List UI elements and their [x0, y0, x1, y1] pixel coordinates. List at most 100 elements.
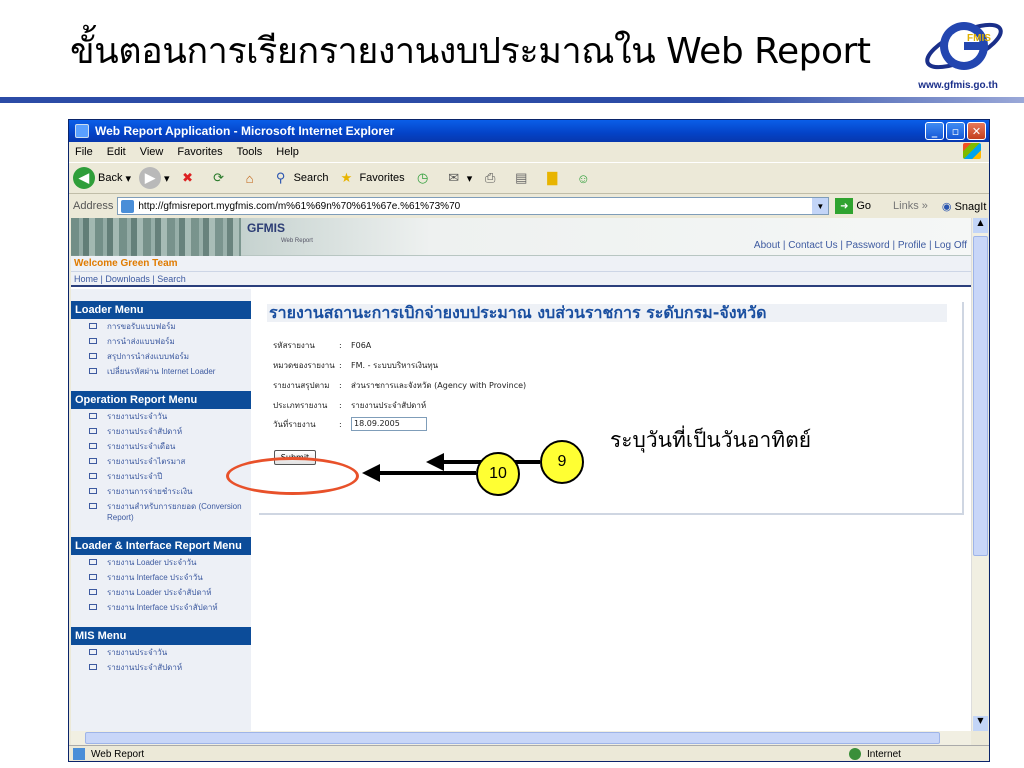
- bullet-icon: [89, 664, 97, 670]
- stop-button[interactable]: ✖: [178, 168, 201, 188]
- edit-button[interactable]: ▤: [511, 168, 534, 188]
- scroll-thumb[interactable]: [973, 236, 988, 556]
- maximize-button[interactable]: ▫: [946, 122, 965, 140]
- star-icon: ★: [340, 170, 353, 185]
- search-icon: ⚲: [275, 170, 286, 185]
- svg-text:FMIS: FMIS: [967, 33, 991, 44]
- menu-item[interactable]: รายงานประจำสัปดาห์: [71, 424, 251, 439]
- status-page-icon: [73, 748, 85, 760]
- menu-tools[interactable]: Tools: [237, 146, 263, 158]
- welcome-text: Welcome Green Team: [71, 256, 971, 271]
- scroll-thumb[interactable]: [85, 732, 940, 744]
- go-button[interactable]: ➜ Go: [835, 198, 871, 214]
- home-icon: ⌂: [245, 170, 254, 186]
- field-report-date: วันที่รายงาน: 18.09.2005: [273, 417, 427, 431]
- refresh-icon: ⟳: [213, 170, 225, 185]
- menu-item[interactable]: รายงานประจำสัปดาห์: [71, 660, 251, 675]
- menu-edit[interactable]: Edit: [107, 146, 126, 158]
- minimize-button[interactable]: _: [925, 122, 944, 140]
- bullet-icon: [89, 458, 97, 464]
- slide: ขั้นตอนการเรียกรายงานงบประมาณใน Web Repo…: [0, 0, 1024, 768]
- address-bar: Address http://gfmisreport.mygfmis.com/m…: [69, 195, 989, 217]
- menu-item[interactable]: สรุปการนำส่งแบบฟอร์ม: [71, 349, 251, 364]
- menu-item[interactable]: รายงานสำหรับการยกยอด (Conversion Report): [71, 499, 251, 525]
- site-top-links[interactable]: About | Contact Us | Password | Profile …: [754, 240, 967, 251]
- menu-item[interactable]: การนำส่งแบบฟอร์ม: [71, 334, 251, 349]
- scroll-up-icon[interactable]: ▲: [973, 218, 988, 233]
- windows-flag-icon: [963, 143, 981, 159]
- url-input[interactable]: http://gfmisreport.mygfmis.com/m%61%69n%…: [117, 197, 830, 215]
- menu-item[interactable]: รายงานประจำวัน: [71, 645, 251, 660]
- slide-title: ขั้นตอนการเรียกรายงานงบประมาณใน Web Repo…: [70, 31, 871, 72]
- favorites-button[interactable]: ★ Favorites: [336, 168, 405, 188]
- field-summary-by: รายงานสรุปตาม: ส่วนราชการและจังหวัด (Agen…: [273, 380, 527, 390]
- menu-item[interactable]: รายงาน Interface ประจำสัปดาห์: [71, 600, 251, 615]
- bullet-icon: [89, 368, 97, 374]
- menu-help[interactable]: Help: [276, 146, 299, 158]
- menu-item[interactable]: รายงาน Loader ประจำสัปดาห์: [71, 585, 251, 600]
- bullet-icon: [89, 559, 97, 565]
- arrow-10-head-icon: [362, 464, 380, 482]
- menu-item[interactable]: รายงานประจำปี: [71, 469, 251, 484]
- menu-file[interactable]: File: [75, 146, 93, 158]
- bullet-icon: [89, 503, 97, 509]
- field-report-category: หมวดของรายงาน: FM. - ระบบบริหารเงินทุน: [273, 360, 439, 370]
- menu-heading: Operation Report Menu: [71, 391, 251, 409]
- vertical-scrollbar[interactable]: ▲ ▼: [971, 218, 988, 731]
- mail-button[interactable]: ✉ ▾: [444, 168, 472, 188]
- callout-9: 9: [540, 440, 584, 484]
- print-button[interactable]: ⎙: [480, 168, 503, 188]
- menu-item[interactable]: การขอรับแบบฟอร์ม: [71, 319, 251, 334]
- menu-item[interactable]: รายงานประจำไตรมาส: [71, 454, 251, 469]
- report-title: รายงานสถานะการเบิกจ่ายงบประมาณ งบส่วนราช…: [267, 304, 947, 322]
- menu-section-mis: MIS Menu รายงานประจำวัน รายงานประจำสัปดา…: [71, 627, 251, 675]
- browser-window: Web Report Application - Microsoft Inter…: [68, 119, 990, 762]
- bullet-icon: [89, 488, 97, 494]
- folder-button[interactable]: ▇: [542, 168, 565, 188]
- bullet-icon: [89, 353, 97, 359]
- scroll-down-icon[interactable]: ▼: [973, 716, 988, 731]
- menu-item[interactable]: รายงานประจำเดือน: [71, 439, 251, 454]
- address-label: Address: [73, 200, 114, 212]
- field-report-code: รหัสรายงาน: F06A: [273, 340, 372, 350]
- go-arrow-icon: ➜: [835, 198, 854, 214]
- refresh-button[interactable]: ⟳: [209, 168, 232, 188]
- snagit-button[interactable]: ◉ SnagIt: [942, 200, 986, 213]
- back-arrow-icon: ◀: [73, 167, 95, 189]
- menu-item[interactable]: รายงานการจ่ายชำระเงิน: [71, 484, 251, 499]
- toolbar: ◀ Back ▾ ▶ ▾ ✖ ⟳ ⌂ ⚲ Search ★ Favorites ◷…: [69, 162, 989, 194]
- arrow-10-line: [378, 471, 476, 475]
- search-button[interactable]: ⚲ Search: [271, 168, 329, 188]
- horizontal-scrollbar[interactable]: [71, 731, 971, 745]
- site-header: GFMIS Web Report About | Contact Us | Pa…: [71, 218, 971, 256]
- forward-arrow-icon: ▶: [139, 167, 162, 189]
- window-titlebar[interactable]: Web Report Application - Microsoft Inter…: [69, 120, 989, 142]
- left-menu: Loader Menu การขอรับแบบฟอร์ม การนำส่งแบบ…: [71, 289, 251, 731]
- menu-view[interactable]: View: [140, 146, 164, 158]
- ie-icon: [75, 124, 89, 138]
- messenger-button[interactable]: ☺: [573, 168, 596, 188]
- menu-favorites[interactable]: Favorites: [177, 146, 222, 158]
- menu-item[interactable]: รายงาน Loader ประจำวัน: [71, 555, 251, 570]
- back-button[interactable]: ◀ Back ▾: [73, 167, 131, 189]
- links-button[interactable]: Links »: [893, 200, 928, 212]
- menu-item[interactable]: เปลี่ยนรหัสผ่าน Internet Loader: [71, 364, 251, 379]
- chevron-down-icon[interactable]: ▼: [812, 198, 829, 214]
- status-text: Web Report: [91, 748, 145, 760]
- menu-bar: File Edit View Favorites Tools Help: [69, 142, 989, 162]
- window-title: Web Report Application - Microsoft Inter…: [95, 124, 395, 138]
- report-date-input[interactable]: 18.09.2005: [351, 417, 427, 431]
- menu-item[interactable]: รายงาน Interface ประจำวัน: [71, 570, 251, 585]
- menu-heading: Loader & Interface Report Menu: [71, 537, 251, 555]
- forward-button[interactable]: ▶ ▾: [139, 167, 170, 189]
- history-icon: ◷: [417, 170, 429, 185]
- home-button[interactable]: ⌂: [240, 168, 263, 188]
- menu-item[interactable]: รายงานประจำวัน: [71, 409, 251, 424]
- bullet-icon: [89, 413, 97, 419]
- history-button[interactable]: ◷: [413, 168, 436, 188]
- menu-section-operation: Operation Report Menu รายงานประจำวัน ราย…: [71, 391, 251, 525]
- page-viewport: GFMIS Web Report About | Contact Us | Pa…: [71, 218, 971, 731]
- close-button[interactable]: ✕: [967, 122, 986, 140]
- site-nav[interactable]: Home | Downloads | Search: [71, 271, 971, 287]
- annotation-note-9: ระบุวันที่เป็นวันอาทิตย์: [610, 428, 812, 452]
